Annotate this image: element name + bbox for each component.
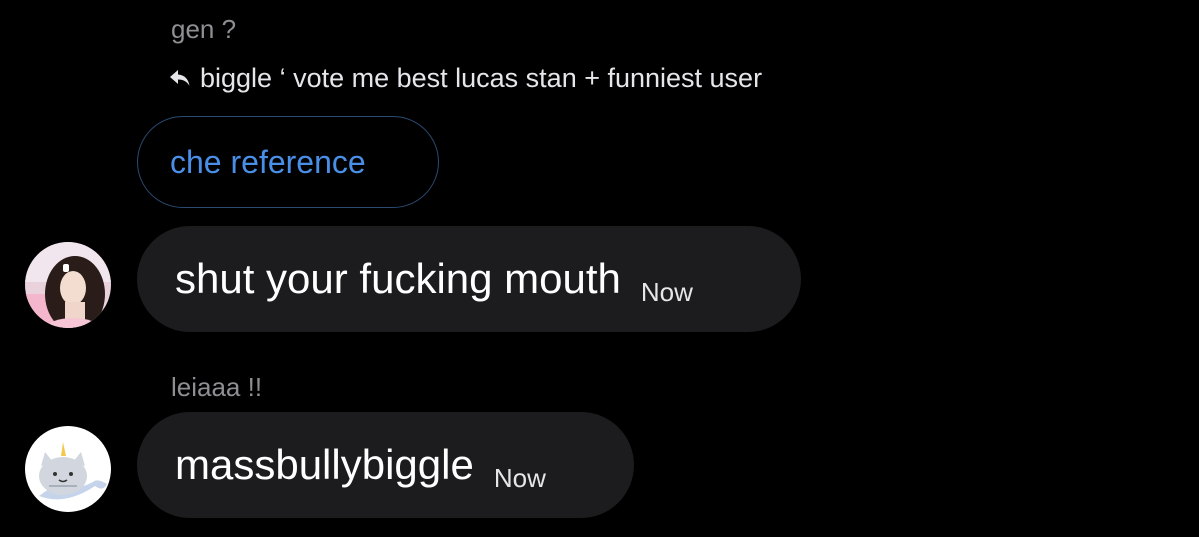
- reply-arrow-icon: [168, 66, 192, 90]
- message-text: massbullybiggle: [175, 441, 474, 488]
- message-timestamp: Now: [640, 276, 693, 307]
- avatar-profile-photo[interactable]: [25, 242, 111, 328]
- message-bubble[interactable]: shut your fucking mouth Now: [137, 226, 801, 332]
- message-bubble[interactable]: massbullybiggle Now: [137, 412, 634, 518]
- reply-message-text: che reference: [170, 143, 366, 180]
- reply-message-bubble[interactable]: che reference: [137, 116, 439, 208]
- reply-preview-text: biggle ‘ vote me best lucas stan + funni…: [200, 62, 763, 93]
- sender-name-gen: gen ?: [171, 14, 237, 44]
- reply-preview[interactable]: biggle ‘ vote me best lucas stan + funni…: [168, 60, 762, 96]
- sender-name-leiaaa: leiaaa !!: [171, 372, 263, 402]
- message-text: shut your fucking mouth: [175, 255, 621, 302]
- avatar-cat-unicorn[interactable]: [25, 426, 111, 512]
- message-timestamp: Now: [493, 462, 546, 493]
